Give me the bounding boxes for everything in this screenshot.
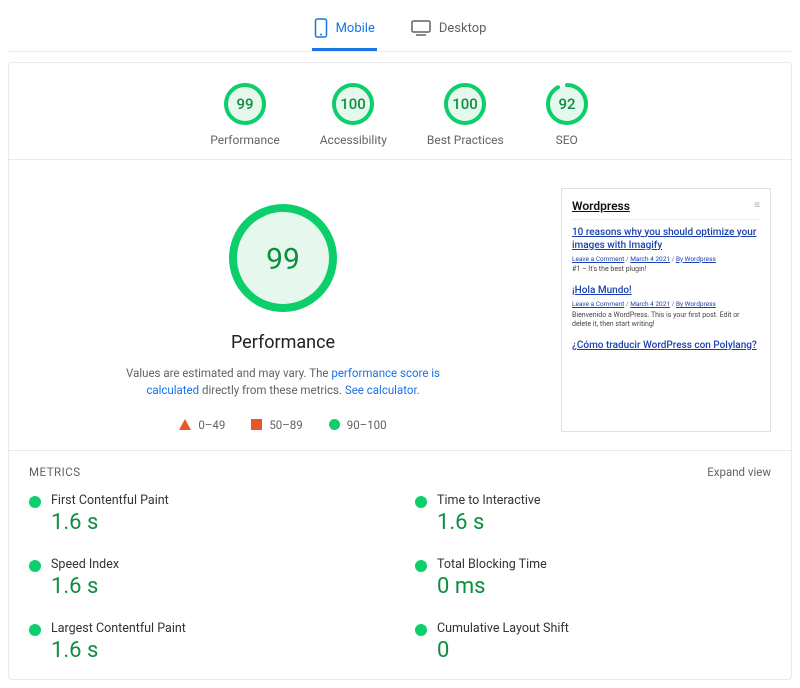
metric-si: Speed Index 1.6 s	[29, 551, 385, 609]
score-legend: 0–49 50–89 90–100	[179, 418, 386, 432]
tab-desktop-label: Desktop	[439, 21, 487, 36]
gauge-accessibility-label: Accessibility	[320, 133, 387, 147]
performance-description: Values are estimated and may vary. The p…	[103, 365, 463, 400]
gauge-accessibility[interactable]: 100 Accessibility	[320, 81, 387, 147]
gauge-big-score: 99	[266, 242, 300, 277]
gauge-accessibility-score: 100	[341, 95, 367, 113]
mobile-icon	[314, 18, 328, 38]
preview-article-2: ¡Hola Mundo! Leave a Comment / March 4 2…	[572, 284, 760, 329]
gauge-performance-score: 99	[236, 95, 253, 113]
legend-mid: 50–89	[251, 418, 302, 432]
summary-row: 99 Performance 100 Accessibility 100	[9, 63, 791, 160]
metrics-grid: First Contentful Paint 1.6 s Time to Int…	[9, 487, 791, 679]
metric-tbt: Total Blocking Time 0 ms	[415, 551, 771, 609]
desktop-icon	[411, 20, 431, 36]
status-dot-icon	[415, 560, 427, 572]
hamburger-icon: ≡	[754, 199, 760, 212]
metric-tti: Time to Interactive 1.6 s	[415, 487, 771, 545]
metrics-header: METRICS Expand view	[9, 451, 791, 487]
legend-high: 90–100	[329, 418, 387, 432]
preview-article-3: ¿Cómo traducir WordPress con Polylang?	[572, 339, 760, 352]
preview-article-1: 10 reasons why you should optimize your …	[572, 226, 760, 275]
gauge-best-practices-label: Best Practices	[427, 133, 504, 147]
tab-desktop[interactable]: Desktop	[409, 12, 489, 51]
device-tabs: Mobile Desktop	[8, 0, 792, 52]
square-icon	[251, 419, 262, 430]
triangle-icon	[179, 419, 191, 430]
gauge-best-practices[interactable]: 100 Best Practices	[427, 81, 504, 147]
tab-mobile[interactable]: Mobile	[312, 12, 377, 51]
expand-view-button[interactable]: Expand view	[707, 465, 771, 479]
metric-fcp: First Contentful Paint 1.6 s	[29, 487, 385, 545]
gauge-big-performance: 99	[223, 198, 343, 318]
performance-title: Performance	[231, 332, 335, 353]
circle-icon	[329, 419, 340, 430]
metric-cls: Cumulative Layout Shift 0	[415, 615, 771, 673]
gauge-seo-svg: 92	[544, 81, 590, 127]
tab-mobile-label: Mobile	[336, 21, 375, 36]
preview-site-title: Wordpress	[572, 199, 630, 215]
performance-detail: 99 Performance Values are estimated and …	[9, 160, 791, 451]
gauge-seo-score: 92	[558, 95, 575, 113]
legend-low: 0–49	[179, 418, 225, 432]
status-dot-icon	[29, 496, 41, 508]
status-dot-icon	[29, 624, 41, 636]
status-dot-icon	[29, 560, 41, 572]
metric-lcp: Largest Contentful Paint 1.6 s	[29, 615, 385, 673]
status-dot-icon	[415, 496, 427, 508]
gauge-seo-label: SEO	[556, 133, 578, 147]
gauge-seo[interactable]: 92 SEO	[544, 81, 590, 147]
gauge-performance-label: Performance	[210, 133, 279, 147]
gauge-best-practices-score: 100	[452, 95, 478, 113]
summary-card: 99 Performance 100 Accessibility 100	[8, 62, 792, 680]
page-preview: Wordpress ≡ 10 reasons why you should op…	[561, 188, 771, 432]
gauge-performance-svg: 99	[222, 81, 268, 127]
metrics-title: METRICS	[29, 465, 81, 479]
gauge-best-practices-svg: 100	[442, 81, 488, 127]
gauge-performance[interactable]: 99 Performance	[210, 81, 279, 147]
link-see-calculator[interactable]: See calculator.	[345, 383, 420, 397]
status-dot-icon	[415, 624, 427, 636]
gauge-accessibility-svg: 100	[330, 81, 376, 127]
